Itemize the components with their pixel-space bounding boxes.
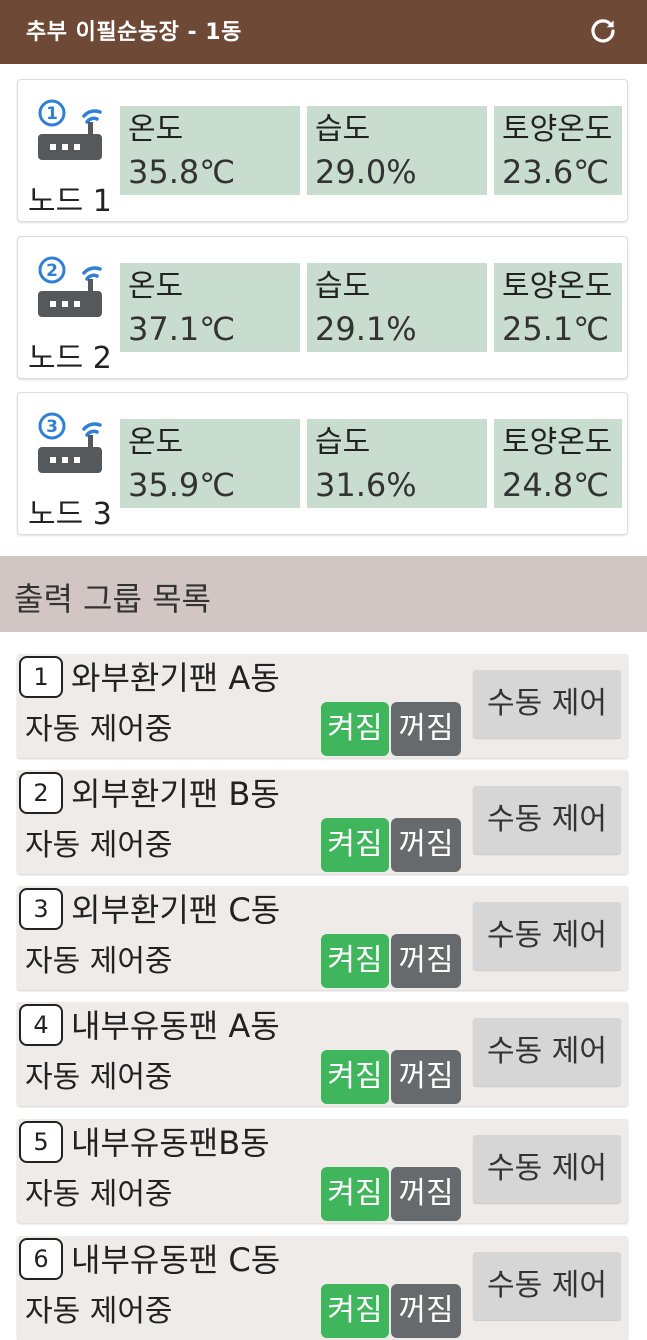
humidity-cell: 습도 31.6% <box>307 419 487 508</box>
off-indicator: 꺼짐 <box>391 818 461 872</box>
humidity-value: 31.6% <box>315 466 417 504</box>
manual-control-button[interactable]: 수동 제어 <box>473 902 621 970</box>
group-name: 와부환기팬 A동 <box>71 659 280 697</box>
temperature-value: 37.1℃ <box>128 310 236 348</box>
humidity-value: 29.1% <box>315 310 417 348</box>
output-group-row: 2 외부환기팬 B동 자동 제어중 켜짐 꺼짐 수동 제어 <box>17 770 628 874</box>
soil-temperature-label: 토양온도 <box>502 112 613 147</box>
on-indicator: 켜짐 <box>321 818 389 872</box>
control-mode-status: 자동 제어중 <box>25 828 173 863</box>
control-mode-status: 자동 제어중 <box>25 1177 173 1212</box>
off-indicator: 꺼짐 <box>391 1284 461 1338</box>
soil-temperature-cell: 토양온도 25.1℃ <box>494 263 622 352</box>
humidity-cell: 습도 29.0% <box>307 106 487 195</box>
node-badge-number: 1 <box>46 104 58 124</box>
off-indicator: 꺼짐 <box>391 702 461 756</box>
node-label: 노드 2 <box>28 341 112 376</box>
group-name: 외부환기팬 B동 <box>71 775 280 813</box>
node-card-2: 2 노드 2 온도 37.1℃ 습도 29.1% 토양온도 25.1℃ <box>17 236 628 379</box>
humidity-label: 습도 <box>315 112 371 147</box>
off-indicator: 꺼짐 <box>391 1050 461 1104</box>
node-badge-number: 2 <box>46 261 58 281</box>
on-indicator: 켜짐 <box>321 934 389 988</box>
temperature-label: 온도 <box>128 269 184 304</box>
on-indicator: 켜짐 <box>321 702 389 756</box>
group-name: 내부유동팬 A동 <box>71 1007 280 1045</box>
control-mode-status: 자동 제어중 <box>25 712 173 747</box>
node-label: 노드 3 <box>28 497 112 532</box>
humidity-cell: 습도 29.1% <box>307 263 487 352</box>
group-number: 3 <box>19 888 63 930</box>
manual-control-button[interactable]: 수동 제어 <box>473 1252 621 1320</box>
humidity-label: 습도 <box>315 269 371 304</box>
group-number: 5 <box>19 1121 63 1163</box>
control-mode-status: 자동 제어중 <box>25 1060 173 1095</box>
soil-temperature-cell: 토양온도 24.8℃ <box>494 419 622 508</box>
off-indicator: 꺼짐 <box>391 934 461 988</box>
control-mode-status: 자동 제어중 <box>25 1294 173 1329</box>
manual-control-button[interactable]: 수동 제어 <box>473 670 621 738</box>
off-indicator: 꺼짐 <box>391 1167 461 1221</box>
group-name: 내부유동팬 C동 <box>71 1241 281 1279</box>
temperature-cell: 온도 35.9℃ <box>120 419 300 508</box>
node-card-1: 1 노드 1 온도 35.8℃ 습도 29.0% 토양온도 23.6℃ <box>17 79 628 222</box>
node-card-3: 3 노드 3 온도 35.9℃ 습도 31.6% 토양온도 24.8℃ <box>17 392 628 535</box>
manual-control-button[interactable]: 수동 제어 <box>473 786 621 854</box>
temperature-value: 35.8℃ <box>128 153 236 191</box>
control-mode-status: 자동 제어중 <box>25 944 173 979</box>
output-group-row: 4 내부유동팬 A동 자동 제어중 켜짐 꺼짐 수동 제어 <box>17 1002 628 1106</box>
group-name: 외부환기팬 C동 <box>71 891 281 929</box>
manual-control-button[interactable]: 수동 제어 <box>473 1135 621 1203</box>
group-number: 2 <box>19 772 63 814</box>
refresh-icon[interactable] <box>585 13 621 49</box>
soil-temperature-cell: 토양온도 23.6℃ <box>494 106 622 195</box>
temperature-value: 35.9℃ <box>128 466 236 504</box>
app-bar: 추부 이필순농장 - 1동 <box>0 0 647 64</box>
wireless-router-icon: 1 <box>38 99 102 160</box>
temperature-cell: 온도 37.1℃ <box>120 263 300 352</box>
output-group-row: 1 와부환기팬 A동 자동 제어중 켜짐 꺼짐 수동 제어 <box>17 654 628 758</box>
output-group-row: 6 내부유동팬 C동 자동 제어중 켜짐 꺼짐 수동 제어 <box>17 1236 628 1340</box>
humidity-value: 29.0% <box>315 153 417 191</box>
group-name: 내부유동팬B동 <box>71 1124 270 1162</box>
group-number: 6 <box>19 1238 63 1280</box>
section-title: 출력 그룹 목록 <box>14 580 211 618</box>
wireless-router-icon: 2 <box>38 256 102 317</box>
soil-temperature-value: 23.6℃ <box>502 153 610 191</box>
soil-temperature-value: 24.8℃ <box>502 466 610 504</box>
on-indicator: 켜짐 <box>321 1050 389 1104</box>
soil-temperature-value: 25.1℃ <box>502 310 610 348</box>
app-title: 추부 이필순농장 - 1동 <box>26 20 242 45</box>
on-indicator: 켜짐 <box>321 1284 389 1338</box>
temperature-cell: 온도 35.8℃ <box>120 106 300 195</box>
on-indicator: 켜짐 <box>321 1167 389 1221</box>
node-label: 노드 1 <box>28 184 112 219</box>
output-group-section-header: 출력 그룹 목록 <box>0 556 647 632</box>
node-badge-number: 3 <box>46 417 58 437</box>
wireless-router-icon: 3 <box>38 412 102 473</box>
group-number: 4 <box>19 1004 63 1046</box>
group-number: 1 <box>19 656 63 698</box>
output-group-row: 3 외부환기팬 C동 자동 제어중 켜짐 꺼짐 수동 제어 <box>17 886 628 990</box>
temperature-label: 온도 <box>128 425 184 460</box>
temperature-label: 온도 <box>128 112 184 147</box>
soil-temperature-label: 토양온도 <box>502 425 613 460</box>
output-group-row: 5 내부유동팬B동 자동 제어중 켜짐 꺼짐 수동 제어 <box>17 1119 628 1223</box>
humidity-label: 습도 <box>315 425 371 460</box>
manual-control-button[interactable]: 수동 제어 <box>473 1018 621 1086</box>
soil-temperature-label: 토양온도 <box>502 269 613 304</box>
